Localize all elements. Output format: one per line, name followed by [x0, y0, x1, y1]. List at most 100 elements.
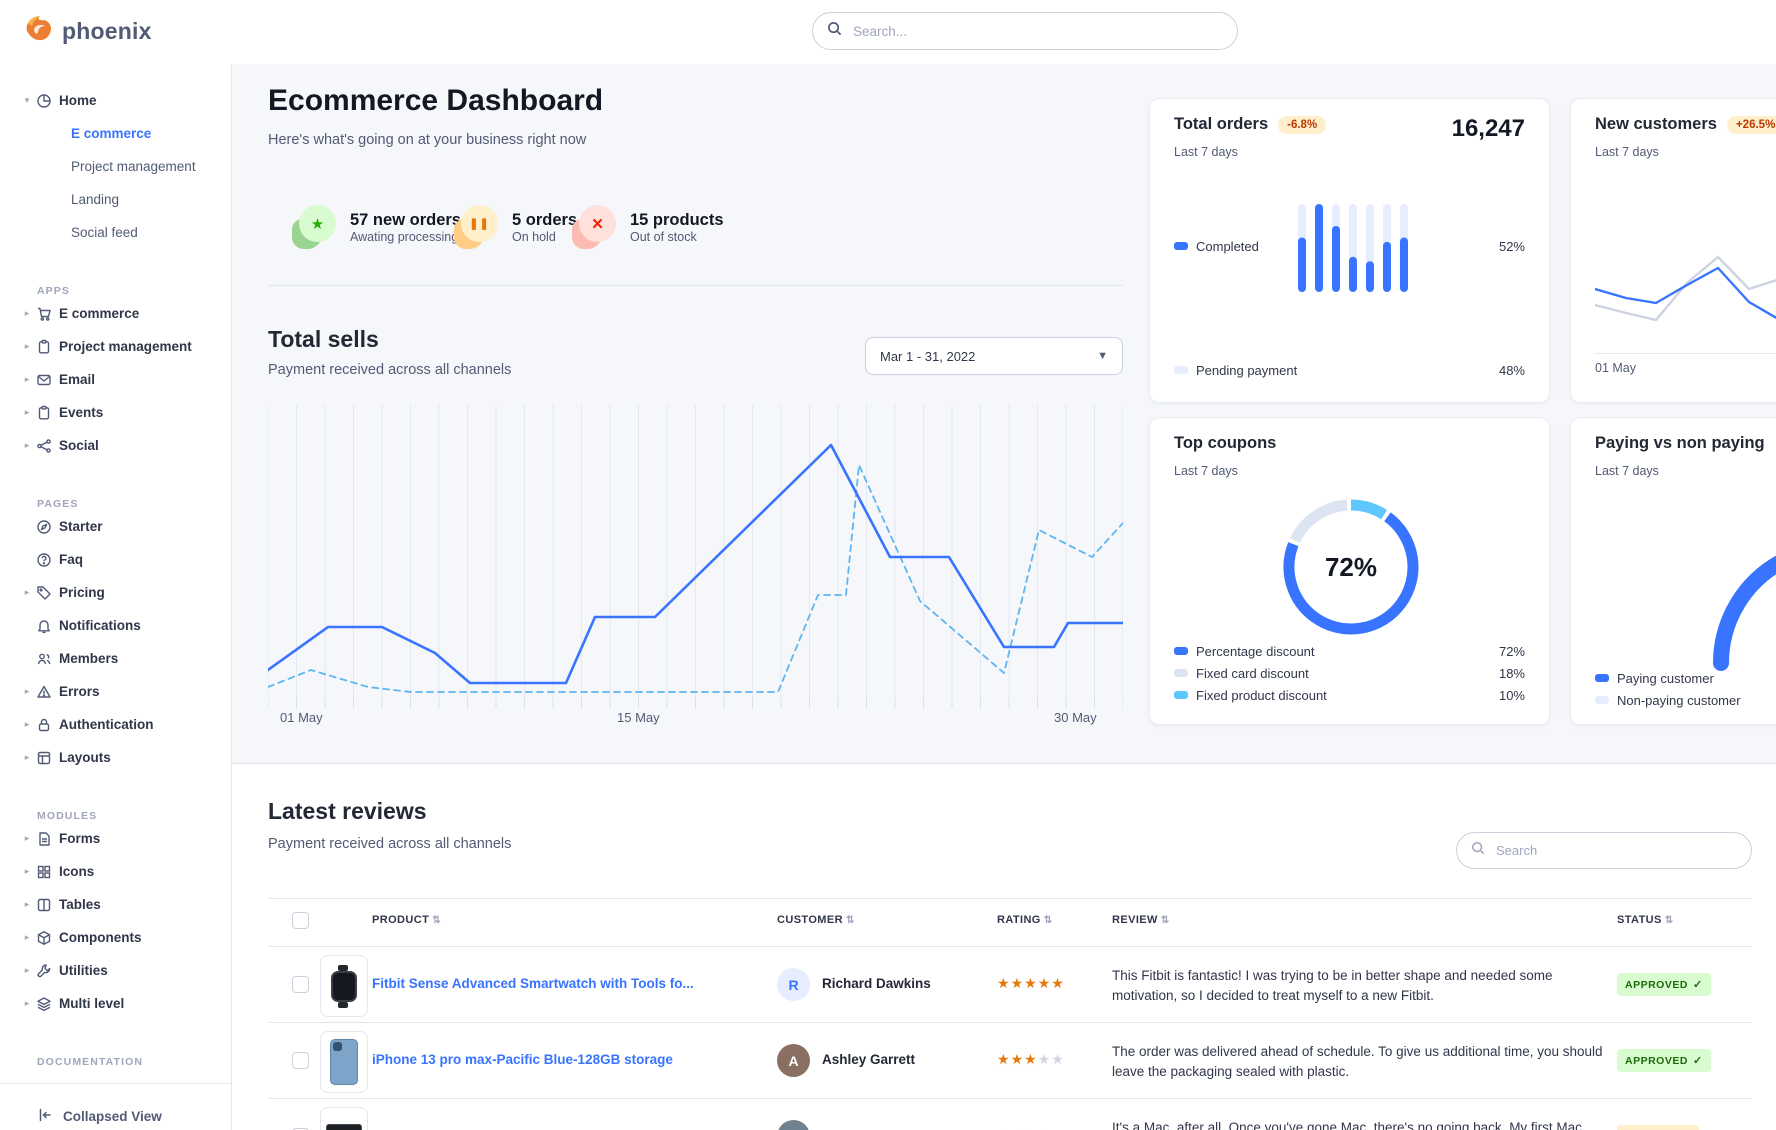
sidebar-item-errors[interactable]: ▸Errors — [0, 675, 231, 708]
product-link[interactable]: Fitbit Sense Advanced Smartwatch with To… — [372, 976, 694, 991]
x-icon: ✕ — [572, 205, 616, 249]
brand-logo[interactable]: phoenix — [24, 14, 152, 49]
sidebar-item-e-commerce[interactable]: E commerce — [0, 117, 231, 150]
global-search — [812, 12, 1238, 50]
layout-icon — [36, 750, 52, 766]
caret-icon: ▸ — [22, 587, 32, 598]
total-sells-chart — [268, 405, 1123, 715]
stat-value: 57 new orders — [350, 210, 461, 231]
main-content: Ecommerce Dashboard Here's what's going … — [232, 64, 1776, 1130]
sidebar-item-faq[interactable]: Faq — [0, 543, 231, 576]
table-row: Apple iPad Pro 12.9-inch M1 Wi-Fi 256GB … — [268, 1099, 1752, 1130]
page-title: Ecommerce Dashboard — [268, 84, 603, 118]
sidebar-item-landing[interactable]: Landing — [0, 183, 231, 216]
card-period: Last 7 days — [1595, 145, 1659, 159]
warning-icon — [36, 684, 52, 700]
rating-stars: ★★★★★ — [997, 1051, 1065, 1068]
phoenix-dashboard-page: { "topbar": { "brand": "phoenix", "searc… — [0, 0, 1776, 1130]
wrench-icon — [36, 963, 52, 979]
sidebar-item-social-feed[interactable]: Social feed — [0, 216, 231, 249]
new-customers-line-chart — [1595, 231, 1776, 351]
sidebar-nav: ▾HomeE commerceProject managementLanding… — [0, 64, 231, 1068]
search-input[interactable] — [851, 23, 1223, 40]
sidebar-section-heading: PAGES — [0, 480, 231, 510]
reviews-table-header: PRODUCT⇅ CUSTOMER⇅ RATING⇅ REVIEW⇅ STATU… — [268, 899, 1752, 947]
sidebar-item-project-management[interactable]: ▸Project management — [0, 330, 231, 363]
collapse-view-button[interactable]: Collapsed View — [0, 1102, 231, 1130]
reviews-search — [1456, 832, 1752, 869]
sort-icon: ⇅ — [1665, 915, 1674, 926]
legend-percentage-discount: Percentage discount 72% — [1174, 640, 1525, 662]
sidebar-item-e-commerce[interactable]: ▸E commerce — [0, 297, 231, 330]
mini-axis — [1595, 353, 1776, 354]
sidebar-item-multi-level[interactable]: ▸Multi level — [0, 987, 231, 1020]
caret-icon: ▸ — [22, 932, 32, 943]
pause-icon: ❚❚ — [454, 205, 498, 249]
card-title: Total orders — [1174, 115, 1268, 134]
cart-icon — [36, 306, 52, 322]
caret-icon: ▸ — [22, 719, 32, 730]
total-orders-card: Total orders -6.8% 16,247 Last 7 days Co… — [1149, 98, 1550, 403]
stat-new-orders: ★ 57 new orders Awating processing — [292, 205, 461, 249]
row-checkbox[interactable] — [292, 976, 309, 993]
sidebar-item-social[interactable]: ▸Social — [0, 429, 231, 462]
stat-value: 5 orders — [512, 210, 577, 231]
sidebar-item-home[interactable]: ▾Home — [0, 84, 231, 117]
sidebar-section-heading: MODULES — [0, 792, 231, 822]
sidebar: ▾HomeE commerceProject managementLanding… — [0, 64, 232, 1130]
column-header-customer[interactable]: CUSTOMER⇅ — [777, 914, 855, 926]
sidebar-section-heading: APPS — [0, 267, 231, 297]
latest-reviews-title: Latest reviews — [268, 798, 427, 825]
product-image[interactable] — [320, 1107, 368, 1130]
sidebar-item-layouts[interactable]: ▸Layouts — [0, 741, 231, 774]
product-image[interactable] — [320, 1031, 368, 1093]
collapse-view-label: Collapsed View — [63, 1109, 162, 1124]
stat-out-of-stock: ✕ 15 products Out of stock — [572, 205, 724, 249]
rating-stars: ★★★★★ — [997, 975, 1065, 992]
date-range-select[interactable]: Mar 1 - 31, 2022 ▼ — [865, 337, 1123, 375]
trend-badge: +26.5% — [1727, 116, 1776, 134]
new-customers-card: New customers +26.5% Last 7 days 01 May — [1570, 98, 1776, 403]
sidebar-item-pricing[interactable]: ▸Pricing — [0, 576, 231, 609]
column-header-product[interactable]: PRODUCT⇅ — [372, 914, 441, 926]
search-icon — [1471, 841, 1485, 860]
sidebar-item-components[interactable]: ▸Components — [0, 921, 231, 954]
avatar: R — [777, 968, 810, 1001]
row-checkbox[interactable] — [292, 1052, 309, 1069]
legend-fixed-card-discount: Fixed card discount 18% — [1174, 662, 1525, 684]
sidebar-item-notifications[interactable]: Notifications — [0, 609, 231, 642]
column-header-review[interactable]: REVIEW⇅ — [1112, 914, 1170, 926]
caret-icon: ▸ — [22, 374, 32, 385]
caret-icon: ▸ — [22, 752, 32, 763]
select-all-checkbox[interactable] — [292, 912, 309, 929]
search-icon — [827, 21, 842, 41]
reviews-table: PRODUCT⇅ CUSTOMER⇅ RATING⇅ REVIEW⇅ STATU… — [268, 898, 1752, 1130]
status-badge: PENDING✓ — [1617, 1125, 1699, 1130]
sidebar-item-email[interactable]: ▸Email — [0, 363, 231, 396]
sidebar-item-utilities[interactable]: ▸Utilities — [0, 954, 231, 987]
sidebar-item-authentication[interactable]: ▸Authentication — [0, 708, 231, 741]
legend-paying: Paying customer — [1595, 667, 1776, 689]
column-header-rating[interactable]: RATING⇅ — [997, 914, 1053, 926]
stat-value: 15 products — [630, 210, 724, 231]
trend-badge: -6.8% — [1278, 116, 1326, 134]
sidebar-item-tables[interactable]: ▸Tables — [0, 888, 231, 921]
caret-icon: ▾ — [22, 95, 32, 106]
sidebar-item-forms[interactable]: ▸Forms — [0, 822, 231, 855]
box-icon — [36, 930, 52, 946]
sidebar-item-icons[interactable]: ▸Icons — [0, 855, 231, 888]
product-image[interactable] — [320, 955, 368, 1017]
reviews-search-input[interactable] — [1494, 842, 1737, 859]
mail-icon — [36, 372, 52, 388]
stat-label: Awating processing — [350, 230, 461, 244]
column-header-status[interactable]: STATUS⇅ — [1617, 914, 1674, 926]
page-subtitle: Here's what's going on at your business … — [268, 132, 586, 148]
sidebar-item-events[interactable]: ▸Events — [0, 396, 231, 429]
stat-on-hold: ❚❚ 5 orders On hold — [454, 205, 577, 249]
sidebar-item-members[interactable]: Members — [0, 642, 231, 675]
sidebar-item-project-management[interactable]: Project management — [0, 150, 231, 183]
caret-icon: ▸ — [22, 341, 32, 352]
product-link[interactable]: iPhone 13 pro max-Pacific Blue-128GB sto… — [372, 1052, 673, 1067]
caret-icon: ▸ — [22, 866, 32, 877]
sidebar-item-starter[interactable]: Starter — [0, 510, 231, 543]
